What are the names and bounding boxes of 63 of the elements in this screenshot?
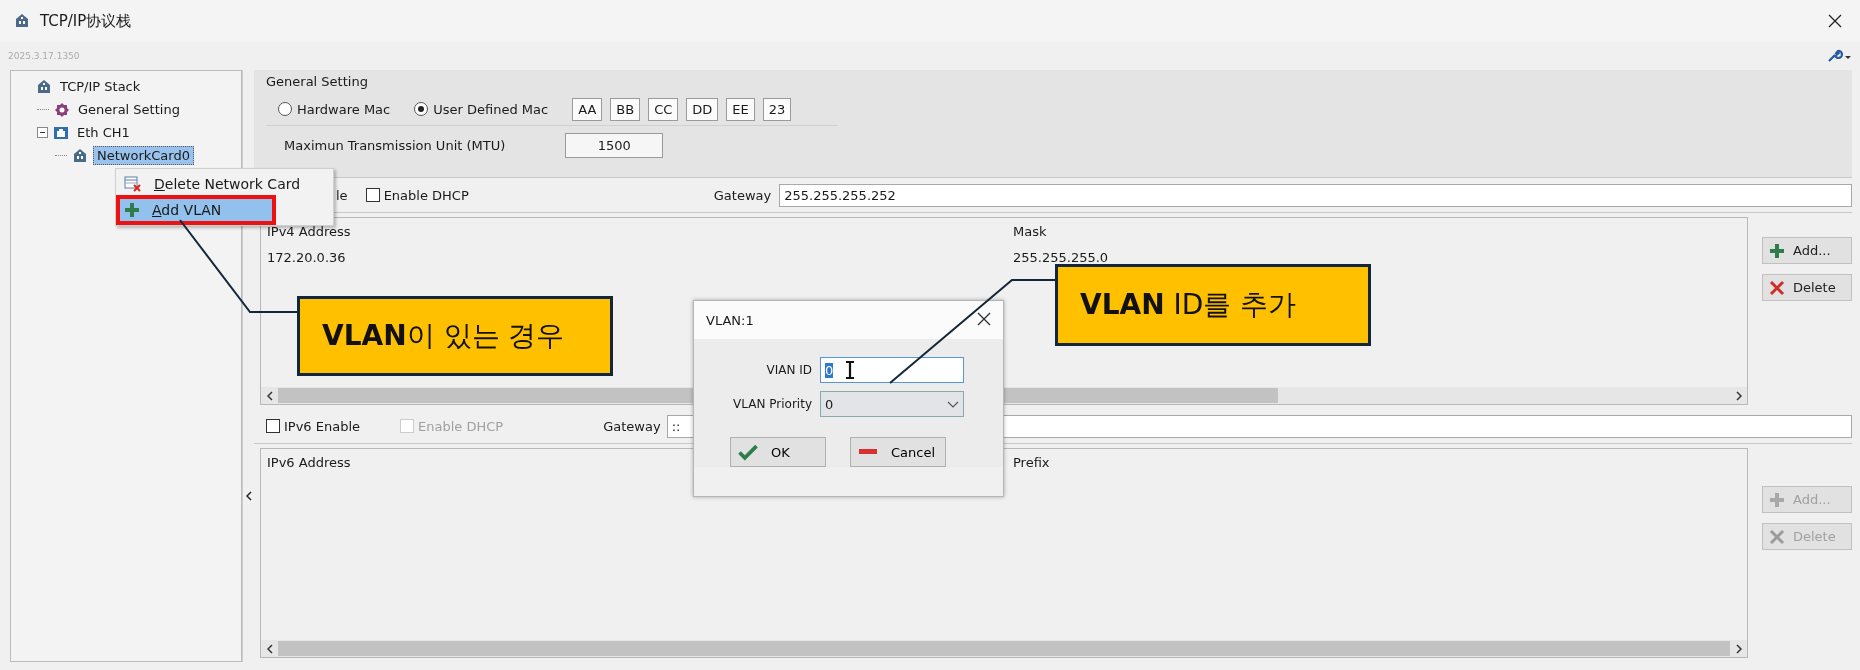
column-header: IPv4 Address [266,223,352,239]
column-header: IPv6 Address [266,454,352,470]
port-icon [53,124,69,141]
callout-note: VLAN이 있는 경우 [297,296,613,376]
table-cell-text: 172.20.0.36 [266,249,347,265]
wrench-icon[interactable] [1826,49,1852,63]
delete-card-icon [124,175,142,193]
field-label: VLAN Priority [732,397,813,411]
delete-button[interactable]: Delete [1762,274,1852,301]
tree-item[interactable]: Eth CH1 [74,124,133,141]
version-text: 2025.3.17.1350 [8,51,80,61]
app-icon [14,13,30,29]
cancel-button[interactable]: Cancel [850,437,946,467]
column-header: Mask [1012,223,1047,239]
minus-icon [857,448,879,456]
mtu-field[interactable]: 1500 [565,132,664,158]
field-label: Gateway [603,418,661,434]
field-label: Gateway [713,187,772,203]
column-header: Prefix [1012,454,1050,470]
delete-icon [1769,279,1785,296]
add-button[interactable]: Add... [1762,237,1852,264]
plus-icon [124,202,140,218]
text-cursor-icon [845,361,855,379]
radio-label[interactable]: Hardware Mac [297,101,391,117]
window-title: TCP/IP协议栈 [40,11,133,31]
plus-icon [1769,242,1785,259]
checkbox[interactable]: IPv6 Enable [266,418,361,434]
delete-icon [1769,528,1785,545]
checkbox[interactable]: Enable DHCP [365,187,469,203]
radio-button[interactable] [278,102,292,116]
tree-item[interactable]: NetworkCard0 [93,146,194,165]
gateway-field[interactable]: 255.255.255.252 [779,183,1852,207]
collapse-toggle-icon[interactable] [37,127,48,138]
tree-item[interactable]: TCP/IP Stack [57,78,144,95]
mac-field[interactable]: AA [572,97,603,121]
network-icon [72,147,88,164]
mac-field[interactable]: 23 [762,97,792,121]
menu-item[interactable]: Delete Network Card [118,171,331,197]
ok-button[interactable]: OK [730,437,826,467]
close-icon[interactable] [1828,14,1842,28]
table-cell-text: 255.255.255.0 [1012,249,1109,265]
tree-item[interactable]: General Setting [75,101,183,118]
input-field[interactable]: 0 [820,357,964,383]
callout-note: VLAN ID를 추가 [1055,264,1371,346]
mac-field[interactable]: CC [648,97,679,121]
dialog-title: VLAN:1 [706,312,754,328]
network-icon [36,78,52,95]
field-label: Maximun Transmission Unit (MTU) [284,137,506,153]
group-title: General Setting [266,74,369,89]
field-label: VIAN ID [765,363,813,377]
dropdown[interactable]: 0 [820,391,964,417]
mac-field[interactable]: EE [726,97,755,121]
checkbox-label: le [336,187,348,203]
check-icon [737,443,759,461]
chevron-down-icon [947,400,959,408]
scrollbar[interactable] [261,640,1747,657]
radio-button[interactable] [414,102,429,116]
radio-label[interactable]: User Defined Mac [433,101,549,117]
mac-field[interactable]: BB [610,97,641,121]
gear-icon [54,101,70,118]
menu-item[interactable]: Add VLAN [118,197,274,223]
plus-icon [1769,491,1785,508]
mac-field[interactable]: DD [686,97,719,121]
